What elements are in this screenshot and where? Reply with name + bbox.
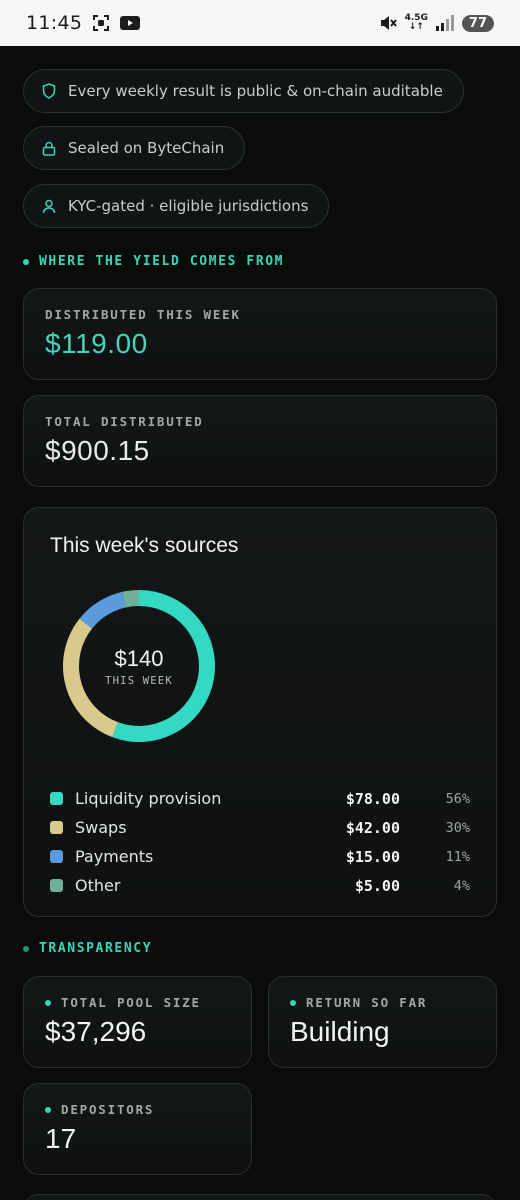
- screenshot-icon: [92, 14, 110, 32]
- legend-percent: 30%: [445, 819, 470, 836]
- depositors-card: DEPOSITORS 17: [23, 1083, 252, 1175]
- total-distributed-card: TOTAL DISTRIBUTED $900.15: [23, 395, 497, 487]
- return-card: RETURN SO FAR Building: [268, 976, 497, 1068]
- user-icon: [42, 199, 56, 213]
- legend-swatch: [50, 821, 63, 834]
- badge-kyc: KYC-gated · eligible jurisdictions: [23, 184, 330, 228]
- mute-icon: [379, 14, 397, 32]
- badge-text: KYC-gated · eligible jurisdictions: [68, 197, 309, 215]
- stat-label: TOTAL POOL SIZE: [45, 995, 230, 1010]
- stat-value: $900.15: [45, 435, 150, 466]
- legend-percent: 4%: [453, 877, 470, 894]
- network-indicator: 4.5G ↓↑: [404, 13, 428, 32]
- stat-label: DEPOSITORS: [45, 1102, 230, 1117]
- donut-center: $140 THIS WEEK: [61, 588, 217, 744]
- section-label-yield: WHERE THE YIELD COMES FROM: [23, 254, 284, 269]
- shield-icon: [42, 83, 56, 99]
- stat-value: $37,296: [45, 1016, 147, 1047]
- next-card-partial: [23, 1194, 497, 1200]
- legend-label: Other: [75, 876, 121, 895]
- legend-swatch: [50, 792, 63, 805]
- pool-size-card: TOTAL POOL SIZE $37,296: [23, 976, 252, 1068]
- legend-amount: $5.00: [354, 876, 400, 895]
- badge-text: Sealed on ByteChain: [68, 139, 225, 157]
- transparency-row: TOTAL POOL SIZE $37,296 RETURN SO FAR Bu…: [23, 976, 497, 1068]
- stat-value: Building: [290, 1016, 390, 1047]
- sources-legend: Liquidity provision $78.00 56% Swaps $42.00 3…: [50, 784, 470, 900]
- legend-label: Liquidity provision: [75, 789, 222, 808]
- label-dot: [290, 999, 296, 1006]
- legend-row: Swaps $42.00 30%: [50, 813, 470, 842]
- sources-title: This week's sources: [50, 534, 239, 557]
- label-dot: [45, 999, 51, 1006]
- legend-row: Other $5.00 4%: [50, 871, 470, 900]
- legend-percent: 11%: [445, 848, 470, 865]
- battery-indicator: 77: [461, 14, 494, 32]
- badge-public-auditable: Every weekly result is public & on-chain…: [23, 69, 464, 113]
- section-label-text: TRANSPARENCY: [39, 941, 153, 956]
- legend-amount: $78.00: [345, 789, 400, 808]
- stat-label-text: DEPOSITORS: [61, 1102, 155, 1117]
- donut-subtitle: THIS WEEK: [105, 674, 173, 687]
- section-dot: [23, 258, 29, 265]
- donut-chart: $140 THIS WEEK: [61, 588, 217, 744]
- donut-total: $140: [114, 645, 164, 671]
- stat-value: $119.00: [45, 328, 148, 359]
- distributed-week-card: DISTRIBUTED THIS WEEK $119.00: [23, 288, 497, 380]
- youtube-icon: [120, 16, 141, 30]
- stat-label-text: TOTAL POOL SIZE: [61, 995, 201, 1010]
- stat-label: DISTRIBUTED THIS WEEK: [45, 307, 241, 322]
- section-label-text: WHERE THE YIELD COMES FROM: [39, 254, 285, 269]
- legend-row: Liquidity provision $78.00 56%: [50, 784, 470, 813]
- section-label-transparency: TRANSPARENCY: [23, 941, 152, 956]
- stat-value: 17: [45, 1123, 77, 1154]
- signal-icon: [435, 15, 454, 31]
- legend-amount: $42.00: [345, 818, 400, 837]
- badge-sealed: Sealed on ByteChain: [23, 126, 246, 170]
- legend-label: Payments: [75, 847, 154, 866]
- legend-percent: 56%: [445, 790, 470, 807]
- clock: 11:45: [26, 12, 83, 34]
- legend-swatch: [50, 850, 63, 863]
- section-dot: [23, 945, 29, 952]
- status-bar: 11:45 4.5G ↓↑ 77: [0, 0, 520, 46]
- badge-text: Every weekly result is public & on-chain…: [68, 82, 443, 100]
- legend-amount: $15.00: [345, 847, 400, 866]
- sources-card: This week's sources $140 THIS WEEK Liqui…: [23, 507, 497, 917]
- legend-label: Swaps: [75, 818, 127, 837]
- stat-label-text: RETURN SO FAR: [306, 995, 428, 1010]
- stat-label: RETURN SO FAR: [290, 995, 475, 1010]
- stat-label: TOTAL DISTRIBUTED: [45, 414, 204, 429]
- legend-swatch: [50, 879, 63, 892]
- legend-row: Payments $15.00 11%: [50, 842, 470, 871]
- label-dot: [45, 1106, 51, 1113]
- lock-icon: [42, 141, 56, 156]
